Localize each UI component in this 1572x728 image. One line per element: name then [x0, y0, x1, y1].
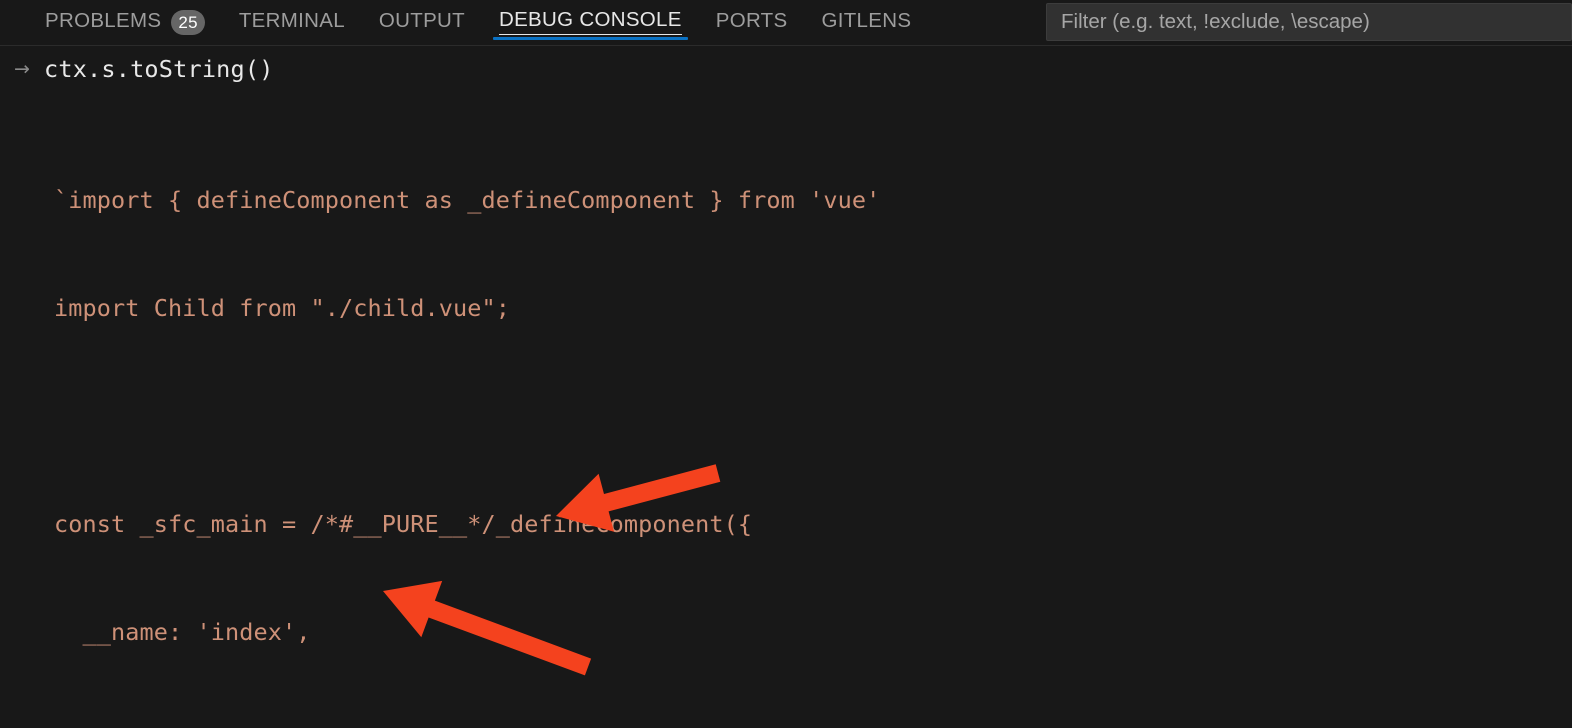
output-line: __name: 'index', — [54, 618, 311, 646]
output-line: setup(__props, { expose: __expose }) { — [54, 722, 1572, 728]
tab-problems[interactable]: PROBLEMS 25 — [28, 0, 222, 45]
tab-output-label: OUTPUT — [378, 9, 465, 33]
filter-container — [1046, 3, 1572, 41]
repl-evaluated-expression-row: → ctx.s.toString() — [0, 46, 1572, 88]
arrow-right-icon: → — [14, 58, 30, 80]
tab-output[interactable]: OUTPUT — [362, 0, 482, 45]
tab-ports[interactable]: PORTS — [699, 0, 805, 45]
repl-expression-text: ctx.s.toString() — [44, 55, 274, 83]
tab-debug-console-label: DEBUG CONSOLE — [498, 9, 682, 36]
tab-ports-label: PORTS — [715, 9, 788, 33]
tab-terminal-label: TERMINAL — [238, 9, 345, 33]
debug-console-panel: PROBLEMS 25 TERMINAL OUTPUT DEBUG CONSOL… — [0, 0, 1572, 728]
tab-gitlens-label: GITLENS — [821, 9, 912, 33]
tab-terminal[interactable]: TERMINAL — [222, 0, 362, 45]
output-line: `import { defineComponent as _defineComp… — [54, 186, 881, 214]
output-line: import Child from "./child.vue"; — [54, 294, 510, 322]
filter-input[interactable] — [1046, 3, 1572, 41]
problems-count-badge: 25 — [171, 10, 205, 35]
tab-gitlens[interactable]: GITLENS — [804, 0, 928, 45]
tab-debug-console[interactable]: DEBUG CONSOLE — [482, 0, 699, 45]
tab-problems-label: PROBLEMS — [45, 9, 162, 33]
repl-result-output: `import { defineComponent as _defineComp… — [0, 88, 1572, 728]
output-line: const _sfc_main = /*#__PURE__*/_defineCo… — [54, 510, 753, 538]
panel-header: PROBLEMS 25 TERMINAL OUTPUT DEBUG CONSOL… — [0, 0, 1572, 46]
panel-tab-list: PROBLEMS 25 TERMINAL OUTPUT DEBUG CONSOL… — [0, 0, 928, 45]
console-output-area[interactable]: → ctx.s.toString() `import { defineCompo… — [0, 46, 1572, 728]
